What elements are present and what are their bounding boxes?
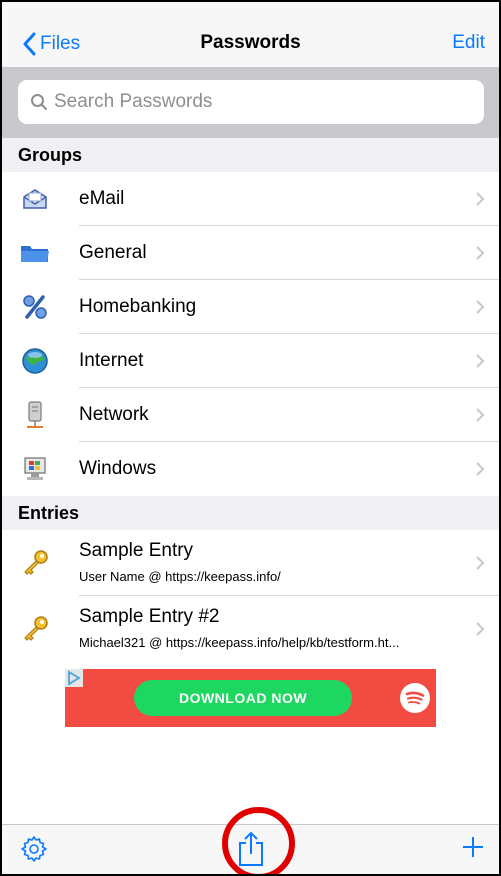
key-icon [20,614,50,644]
edit-button[interactable]: Edit [452,32,485,54]
ad-banner[interactable]: DOWNLOAD NOW [65,669,436,727]
group-row-homebanking[interactable]: Homebanking [2,280,499,334]
entry-title: Sample Entry #2 [79,606,220,627]
group-row-email[interactable]: eMail [2,172,499,226]
ad-choices-icon[interactable] [65,669,83,687]
page-title: Passwords [200,32,301,53]
search-field-container[interactable] [18,80,484,124]
group-row-general[interactable]: General [2,226,499,280]
plus-icon[interactable] [461,835,485,859]
group-label: eMail [79,188,125,209]
windows-computer-icon [20,454,50,484]
entry-row[interactable]: Sample Entry User Name @ https://keepass… [2,530,499,596]
groups-section-header: Groups [2,138,499,172]
group-label: General [79,242,147,263]
navigation-bar: Files Passwords Edit [2,2,499,68]
group-row-windows[interactable]: Windows [2,442,499,496]
chevron-right-icon [476,246,485,260]
group-label: Windows [79,458,157,479]
key-icon [20,548,50,578]
chevron-right-icon [476,192,485,206]
chevron-right-icon [476,300,485,314]
group-label: Homebanking [79,296,197,317]
entry-title: Sample Entry [79,540,194,561]
share-icon[interactable] [234,830,268,868]
email-envelope-icon [20,184,50,214]
chevron-right-icon [476,408,485,422]
percent-icon [20,292,50,322]
search-icon [31,94,47,110]
search-input[interactable] [54,91,434,113]
group-row-internet[interactable]: Internet [2,334,499,388]
chevron-right-icon [476,556,485,570]
bottom-toolbar [2,824,499,874]
group-row-network[interactable]: Network [2,388,499,442]
globe-icon [20,346,50,376]
group-label: Network [79,404,149,425]
app-screen: Files Passwords Edit Groups eMail [0,0,501,876]
network-server-icon [20,400,50,430]
gear-icon[interactable] [20,835,48,863]
folder-icon [20,238,50,268]
entry-row[interactable]: Sample Entry #2 Michael321 @ https://kee… [2,596,499,662]
ad-download-button[interactable]: DOWNLOAD NOW [134,680,352,716]
chevron-right-icon [476,622,485,636]
chevron-right-icon [476,354,485,368]
entries-section-header: Entries [2,496,499,530]
group-label: Internet [79,350,144,371]
spotify-icon [400,683,430,713]
chevron-right-icon [476,462,485,476]
entry-subtitle: Michael321 @ https://keepass.info/help/k… [79,635,400,650]
entry-subtitle: User Name @ https://keepass.info/ [79,569,281,584]
search-bar [2,68,499,138]
